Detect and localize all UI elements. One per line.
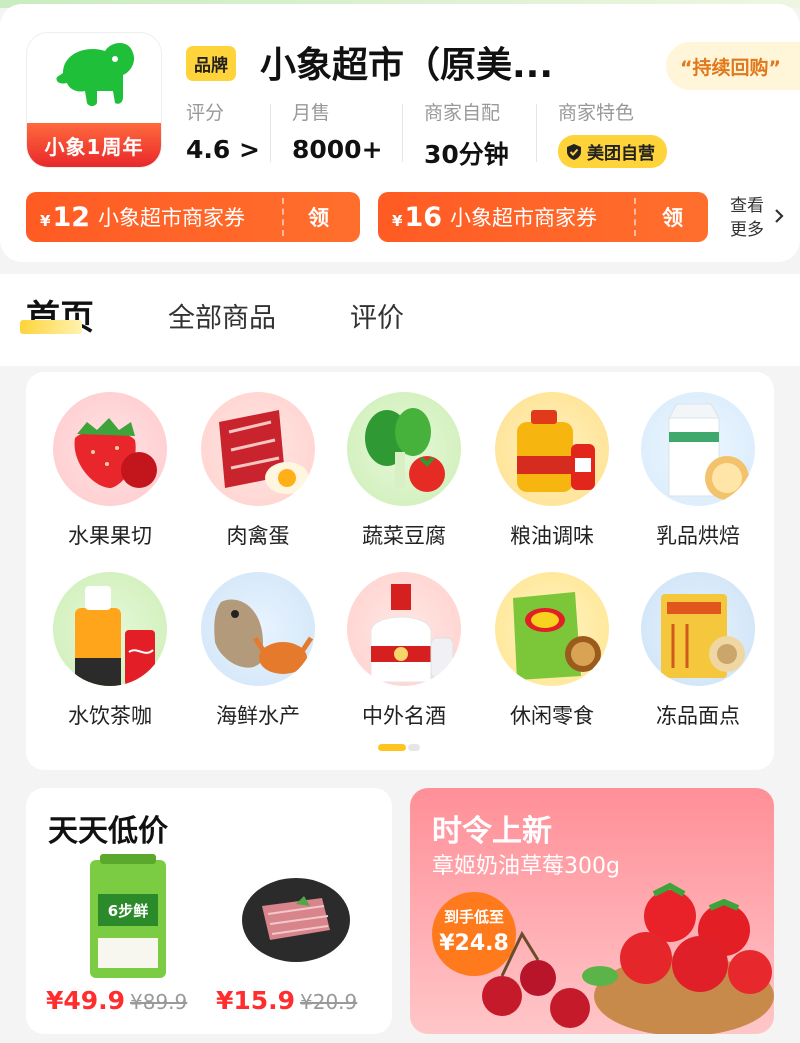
coupon-claim-button[interactable]: 领	[662, 202, 683, 232]
category-label: 粮油调味	[510, 524, 594, 548]
view-more-line1: 查看	[730, 196, 764, 216]
coupon-amount: ¥12	[40, 202, 90, 233]
category-dairy-bakery[interactable]: 乳品烘焙	[628, 392, 768, 550]
category-liquor[interactable]: 中外名酒	[334, 572, 474, 730]
sales-label: 月售	[292, 102, 331, 124]
category-label: 肉禽蛋	[226, 524, 290, 548]
delivery-label: 商家自配	[424, 102, 501, 124]
strawberry-basket-image	[482, 882, 774, 1034]
meat-icon	[201, 392, 315, 506]
milk-icon	[641, 392, 755, 506]
shield-check-icon	[567, 143, 581, 160]
seasonal-new-title: 时令上新	[432, 814, 552, 849]
liquor-icon	[347, 572, 461, 686]
feature-stat: 商家特色 美团自营	[558, 98, 667, 168]
category-vegetables[interactable]: 蔬菜豆腐	[334, 392, 474, 550]
category-seafood[interactable]: 海鲜水产	[188, 572, 328, 730]
strawberry-icon	[53, 392, 167, 506]
category-label: 中外名酒	[362, 704, 446, 728]
rating-value: 4.6 >	[186, 135, 260, 164]
active-tab-underline	[20, 320, 82, 334]
repurchase-tag: “持续回购”	[666, 42, 800, 90]
tab-all-products[interactable]: 全部商品	[168, 296, 276, 335]
seafood-icon	[201, 572, 315, 686]
stat-divider	[270, 104, 271, 162]
category-label: 乳品烘焙	[656, 524, 740, 548]
category-label: 水饮茶咖	[68, 704, 152, 728]
rating-stat[interactable]: 评分 4.6 >	[186, 98, 260, 164]
coupon-amount-value: 12	[52, 201, 91, 233]
category-grid: 水果果切 肉禽蛋 蔬菜豆腐 粮油调味 乳品烘焙 水饮茶咖 海鲜水产 中外名酒 休…	[26, 372, 774, 770]
elephant-icon	[56, 43, 135, 106]
drink-icon	[53, 572, 167, 686]
category-frozen[interactable]: 冻品面点	[628, 572, 768, 730]
page-dot	[408, 744, 420, 751]
coupon-amount-value: 16	[404, 201, 443, 233]
frozen-food-icon	[641, 572, 755, 686]
coupon-16[interactable]: ¥16 小象超市商家券 领	[378, 192, 708, 242]
vegetable-icon	[347, 392, 461, 506]
store-tabs: 首页 全部商品 评价	[0, 274, 800, 366]
coupon-amount: ¥16	[392, 202, 442, 233]
store-name[interactable]: 小象超市（原美...	[260, 36, 553, 88]
view-more-coupons[interactable]: 查看 更多	[730, 194, 764, 242]
oil-icon	[495, 392, 609, 506]
self-operated-text: 美团自营	[587, 144, 655, 164]
seasonal-new-card[interactable]: 时令上新 章姬奶油草莓300g 到手低至 ¥24.8	[410, 788, 774, 1034]
coupon-name: 小象超市商家券	[450, 206, 598, 230]
coupon-currency: ¥	[392, 211, 403, 230]
sliced-meat-image[interactable]	[240, 876, 352, 968]
logo-banner: 小象1周年	[27, 123, 161, 167]
feature-label: 商家特色	[558, 102, 635, 124]
logo-banner-text: 小象1周年	[44, 134, 144, 159]
coupon-divider	[634, 198, 636, 236]
delivery-stat: 商家自配 30分钟	[424, 98, 509, 171]
snack-icon	[495, 572, 609, 686]
rating-label: 评分	[186, 102, 225, 124]
deal-original-price: ¥20.9	[300, 990, 358, 1014]
deal-original-price: ¥89.9	[130, 990, 188, 1014]
category-label: 水果果切	[68, 524, 152, 548]
category-snacks[interactable]: 休闲零食	[482, 572, 622, 730]
category-label: 休闲零食	[510, 704, 594, 728]
page-dot-active	[378, 744, 406, 751]
view-more-line2: 更多	[730, 220, 764, 240]
store-logo[interactable]: 小象1周年	[26, 32, 162, 168]
sales-value: 8000+	[292, 135, 383, 164]
coupon-12[interactable]: ¥12 小象超市商家券 领	[26, 192, 360, 242]
rice-bag-image[interactable]: 6步鲜	[88, 854, 168, 984]
tab-reviews[interactable]: 评价	[350, 296, 404, 335]
store-header-card: 小象1周年 品牌 小象超市（原美... “持续回购” 评分 4.6 > 月售 8…	[0, 4, 800, 262]
coupon-name: 小象超市商家券	[98, 206, 246, 230]
stat-divider	[402, 104, 403, 162]
category-grain-oil[interactable]: 粮油调味	[482, 392, 622, 550]
self-operated-badge: 美团自营	[558, 135, 667, 168]
brand-tag: 品牌	[186, 46, 236, 81]
delivery-value: 30分钟	[424, 140, 509, 169]
sales-stat: 月售 8000+	[292, 98, 383, 164]
category-label: 冻品面点	[656, 704, 740, 728]
category-fruit[interactable]: 水果果切	[40, 392, 180, 550]
rice-bag-text: 6步鲜	[108, 902, 148, 920]
category-label: 蔬菜豆腐	[362, 524, 446, 548]
category-drinks[interactable]: 水饮茶咖	[40, 572, 180, 730]
coupon-claim-button[interactable]: 领	[308, 202, 329, 232]
daily-low-price-title: 天天低价	[48, 814, 168, 849]
daily-low-price-card[interactable]: 天天低价 6步鲜 ¥49.9 ¥89.9 ¥15.9 ¥20.9	[26, 788, 392, 1034]
chevron-right-icon[interactable]	[774, 208, 784, 224]
coupon-divider	[282, 198, 284, 236]
category-label: 海鲜水产	[216, 704, 300, 728]
coupon-currency: ¥	[40, 211, 51, 230]
deal-price: ¥15.9	[216, 986, 296, 1015]
stat-divider	[536, 104, 537, 162]
category-meat-egg[interactable]: 肉禽蛋	[188, 392, 328, 550]
deal-price: ¥49.9	[46, 986, 126, 1015]
